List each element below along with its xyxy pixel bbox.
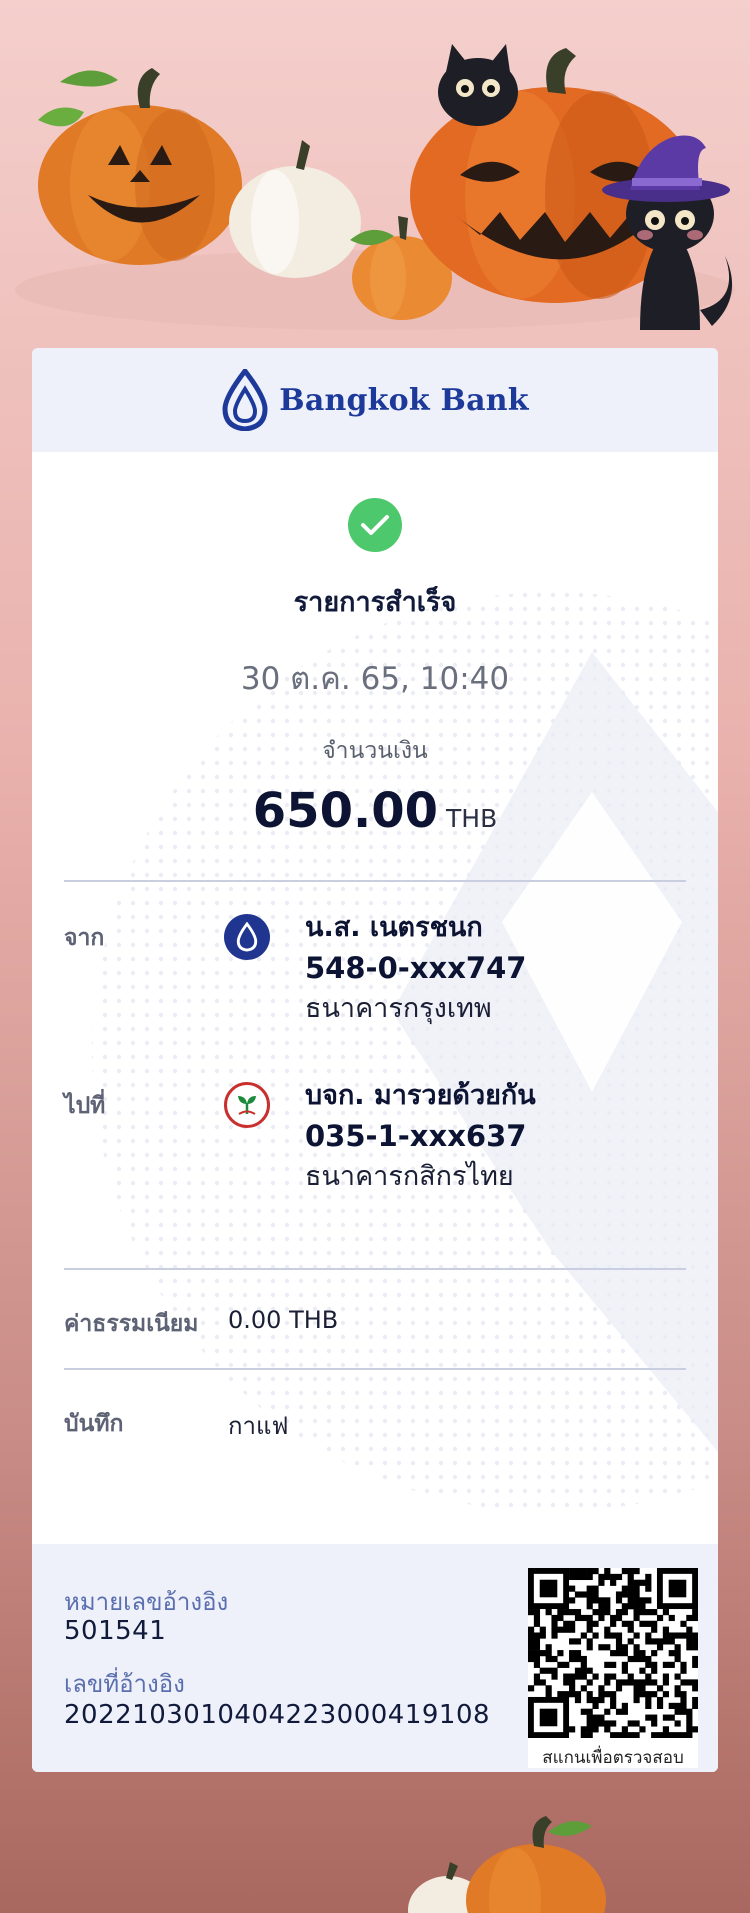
kasikorn-bank-logo-icon: [224, 1082, 270, 1128]
halloween-footer-illustration: [408, 1816, 606, 1913]
pumpkin-left-icon: [38, 68, 242, 265]
to-label: ไปที่: [64, 1093, 106, 1119]
pumpkin-white-icon: [229, 140, 361, 278]
txn-ref-value[interactable]: 2022103010404223000419108: [64, 1700, 490, 1730]
transaction-datetime: 30 ต.ค. 65, 10:40: [240, 661, 510, 697]
pumpkin-bottom-orange-icon: [466, 1816, 606, 1913]
qr-verification[interactable]: สแกนเพื่อตรวจสอบ: [528, 1568, 699, 1768]
fee-value: 0.00 THB: [228, 1306, 339, 1334]
fee-label: ค่าธรรมเนียม: [64, 1311, 199, 1337]
from-bank: ธนาคารกรุงเทพ: [305, 993, 492, 1024]
from-account: 548-0-xxx747: [305, 951, 527, 985]
divider: [64, 880, 686, 882]
to-account: 035-1-xxx637: [305, 1119, 527, 1153]
bangkok-bank-logo-icon: [222, 369, 268, 431]
amount-row: 650.00 THB: [32, 783, 718, 839]
receipt-header: Bangkok Bank: [32, 348, 718, 452]
from-party-info: น.ส. เนตรชนก 548-0-xxx747 ธนาคารกรุงเทพ: [305, 908, 526, 1030]
qr-caption: สแกนเพื่อตรวจสอบ: [542, 1748, 684, 1768]
txn-ref-label: เลขที่อ้างอิง: [64, 1670, 185, 1698]
to-party-info: บจก. มารวยด้วยกัน 035-1-xxx637 ธนาคารกสิ…: [305, 1076, 536, 1198]
halloween-header-illustration: [15, 44, 735, 330]
to-name: บจก. มารวยด้วยกัน: [305, 1080, 536, 1111]
status-block: รายการสำเร็จ 30 ต.ค. 65, 10:40 จำนวนเงิน…: [32, 498, 718, 839]
status-title: รายการสำเร็จ: [293, 587, 457, 618]
amount-currency: THB: [446, 804, 498, 833]
from-name: น.ส. เนตรชนก: [305, 912, 483, 943]
memo-label: บันทึก: [64, 1411, 124, 1437]
black-cat-top-icon: [438, 44, 518, 126]
success-check-icon: [348, 498, 402, 552]
ref-number-value[interactable]: 501541: [64, 1616, 166, 1646]
bangkok-bank-logo-icon: [224, 914, 270, 960]
divider: [64, 1368, 686, 1370]
divider: [64, 1268, 686, 1270]
qr-code-icon[interactable]: [528, 1568, 699, 1739]
amount-label: จำนวนเงิน: [322, 738, 428, 764]
brand-name: Bangkok Bank: [279, 382, 529, 418]
reference-section: หมายเลขอ้างอิง 501541 เลขที่อ้างอิง 2022…: [32, 1544, 718, 1772]
to-bank: ธนาคารกสิกรไทย: [305, 1161, 514, 1192]
memo-value: กาแฟ: [228, 1412, 289, 1440]
from-label: จาก: [64, 925, 105, 951]
transaction-receipt: Bangkok Bank รายการสำเร็จ 30 ต.ค. 65, 10…: [32, 348, 718, 1772]
amount-value: 650.00: [252, 783, 438, 839]
